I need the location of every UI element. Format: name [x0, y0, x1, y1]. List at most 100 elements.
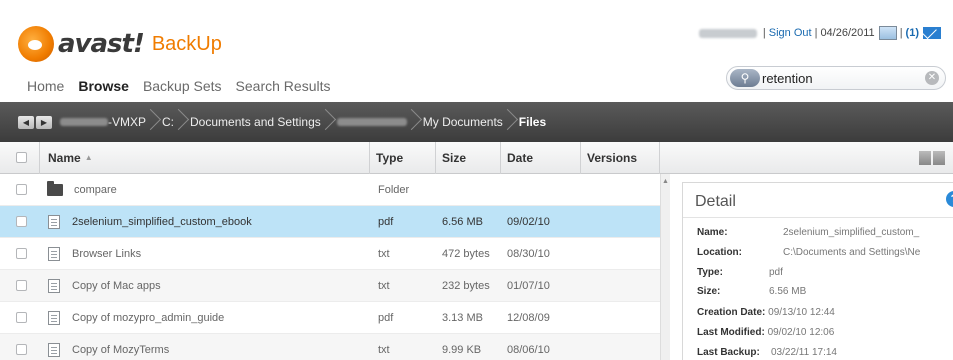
- divider: [683, 217, 953, 218]
- detail-location-row: Location: C:\Documents and Settings\Ne: [697, 247, 920, 258]
- current-date: 04/26/2011: [820, 27, 875, 39]
- detail-name-value: 2selenium_simplified_custom_: [783, 227, 920, 238]
- versions-header-label: Versions: [587, 150, 638, 165]
- detail-name-row: Name: 2selenium_simplified_custom_: [697, 227, 919, 238]
- row-size: 6.56 MB: [442, 215, 483, 228]
- breadcrumb: ◀ ▶ -VMXP C: Documents and Settings My D…: [0, 102, 953, 142]
- crumb-folder2-label: My Documents: [422, 115, 503, 129]
- row-type: Folder: [378, 183, 410, 196]
- separator: |: [762, 27, 766, 39]
- nav-home[interactable]: Home: [27, 78, 64, 94]
- help-icon[interactable]: ?: [946, 191, 953, 207]
- select-all-cell: [0, 141, 40, 174]
- search-box: ⚲ ✕: [726, 66, 946, 90]
- row-name: 2selenium_simplified_custom_ebook: [72, 215, 252, 228]
- detail-panel: Detail ? Name: 2selenium_simplified_custo…: [682, 182, 953, 360]
- detail-modified-label: Last Modified:: [697, 327, 765, 338]
- sign-out-link[interactable]: Sign Out: [769, 27, 812, 39]
- row-date: 12/08/09: [507, 311, 550, 324]
- type-column-header[interactable]: Type: [370, 141, 436, 174]
- crumb-machine-label: -VMXP: [108, 115, 147, 129]
- message-count[interactable]: (1): [906, 27, 919, 39]
- type-header-label: Type: [376, 150, 404, 165]
- nav-search-results[interactable]: Search Results: [236, 78, 331, 94]
- row-date: 01/07/10: [507, 279, 550, 292]
- scroll-up-icon[interactable]: ▲: [662, 178, 669, 185]
- document-icon: [48, 310, 60, 325]
- detail-modified-row: Last Modified: 09/02/10 12:06: [697, 327, 834, 338]
- crumb-machine[interactable]: -VMXP: [52, 102, 154, 142]
- document-icon: [48, 214, 60, 229]
- size-column-header[interactable]: Size: [436, 141, 501, 174]
- avast-logo[interactable]: avast! BackUp: [18, 24, 222, 64]
- app-header: avast! BackUp | Sign Out | 04/26/2011 | …: [0, 0, 953, 100]
- detail-location-label: Location:: [697, 247, 742, 258]
- row-checkbox[interactable]: [16, 344, 27, 355]
- detail-type-value: pdf: [769, 267, 783, 278]
- list-scrollbar[interactable]: ▲: [660, 174, 670, 360]
- mail-icon[interactable]: [923, 27, 941, 39]
- crumb-user[interactable]: [329, 102, 415, 142]
- name-header-label: Name: [48, 150, 81, 165]
- logo-word: avast!: [58, 29, 145, 59]
- view-toggle-icon[interactable]: [919, 150, 945, 165]
- select-all-checkbox[interactable]: [16, 152, 27, 163]
- file-list: compare Folder 2selenium_simplified_cust…: [0, 174, 660, 360]
- row-checkbox[interactable]: [16, 248, 27, 259]
- date-column-header[interactable]: Date: [501, 141, 581, 174]
- sort-asc-icon: ▲: [84, 153, 93, 162]
- avast-ball-icon: [18, 26, 54, 62]
- row-name: compare: [74, 183, 117, 196]
- detail-size-row: Size: 6.56 MB: [697, 286, 806, 297]
- crumb-my-documents[interactable]: My Documents: [415, 102, 511, 142]
- separator: |: [899, 27, 903, 39]
- main-nav: Home Browse Backup Sets Search Results: [27, 78, 330, 94]
- row-size: 472 bytes: [442, 247, 490, 260]
- table-row[interactable]: compare Folder: [0, 174, 660, 206]
- search-icon[interactable]: ⚲: [730, 69, 760, 87]
- row-date: 08/06/10: [507, 343, 550, 356]
- row-checkbox[interactable]: [16, 280, 27, 291]
- table-row[interactable]: Copy of Mac apps txt 232 bytes 01/07/10: [0, 270, 660, 302]
- row-checkbox[interactable]: [16, 312, 27, 323]
- nav-browse[interactable]: Browse: [78, 78, 129, 94]
- machine-name-redacted: [60, 118, 108, 126]
- detail-modified-value: 09/02/10 12:06: [767, 327, 835, 338]
- search-input[interactable]: [762, 70, 912, 86]
- forward-arrow-icon[interactable]: ▶: [36, 115, 52, 129]
- document-icon: [48, 278, 60, 293]
- calendar-icon[interactable]: [878, 26, 897, 40]
- crumb-drive-label: C:: [162, 115, 175, 129]
- name-column-header[interactable]: Name ▲: [40, 141, 370, 174]
- table-row[interactable]: Copy of mozypro_admin_guide pdf 3.13 MB …: [0, 302, 660, 334]
- row-type: txt: [378, 343, 390, 356]
- back-arrow-icon[interactable]: ◀: [18, 115, 34, 129]
- detail-size-value: 6.56 MB: [769, 286, 807, 297]
- crumb-drive[interactable]: C:: [154, 102, 182, 142]
- row-checkbox[interactable]: [16, 216, 27, 227]
- versions-column-header[interactable]: Versions: [581, 141, 660, 174]
- row-size: 3.13 MB: [442, 311, 483, 324]
- row-type: txt: [378, 279, 390, 292]
- row-checkbox[interactable]: [16, 184, 27, 195]
- crumb-documents-settings[interactable]: Documents and Settings: [182, 102, 329, 142]
- table-row[interactable]: Browser Links txt 472 bytes 08/30/10: [0, 238, 660, 270]
- table-header: Name ▲ Type Size Date Versions: [0, 141, 953, 174]
- document-icon: [48, 342, 60, 357]
- logo-product: BackUp: [151, 32, 222, 55]
- detail-creation-value: 09/13/10 12:44: [768, 307, 835, 318]
- table-row[interactable]: Copy of MozyTerms txt 9.99 KB 08/06/10: [0, 334, 660, 360]
- nav-backup-sets[interactable]: Backup Sets: [143, 78, 222, 94]
- detail-type-label: Type:: [697, 267, 723, 278]
- detail-creation-label: Creation Date:: [697, 307, 766, 318]
- row-name: Copy of MozyTerms: [72, 343, 170, 356]
- row-name: Browser Links: [72, 247, 142, 260]
- detail-size-label: Size:: [697, 286, 721, 297]
- table-row[interactable]: 2selenium_simplified_custom_ebook pdf 6.…: [0, 206, 660, 238]
- user-name-redacted: [698, 28, 757, 38]
- date-header-label: Date: [507, 150, 534, 165]
- detail-backup-row: Last Backup: 03/22/11 17:14: [697, 347, 837, 358]
- detail-backup-value: 03/22/11 17:14: [771, 347, 837, 358]
- clear-search-icon[interactable]: ✕: [925, 71, 939, 85]
- detail-backup-label: Last Backup:: [697, 347, 760, 358]
